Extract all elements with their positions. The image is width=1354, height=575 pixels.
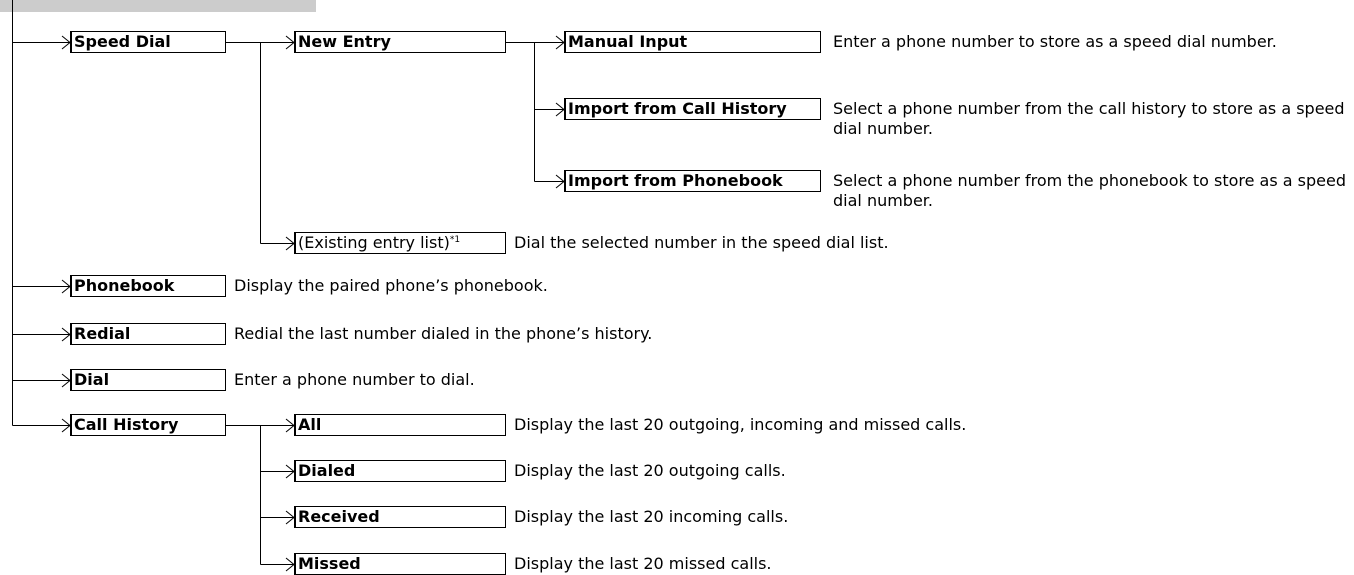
received-description: Display the last 20 incoming calls. xyxy=(514,507,789,526)
menu-item-redial[interactable]: Redial xyxy=(70,323,226,345)
menu-item-manual-input[interactable]: Manual Input xyxy=(564,31,821,53)
missed-description: Display the last 20 missed calls. xyxy=(514,554,772,573)
import-call-history-description: Select a phone number from the call hist… xyxy=(833,99,1345,138)
footnote-mark: *1 xyxy=(449,235,461,245)
menu-item-speed-dial[interactable]: Speed Dial xyxy=(70,31,226,53)
menu-item-import-call-history[interactable]: Import from Call History xyxy=(564,98,821,120)
menu-item-all[interactable]: All xyxy=(294,414,506,436)
redial-description: Redial the last number dialed in the pho… xyxy=(234,324,653,343)
menu-item-dialed[interactable]: Dialed xyxy=(294,460,506,482)
menu-item-import-phonebook[interactable]: Import from Phonebook xyxy=(564,170,821,192)
dial-description: Enter a phone number to dial. xyxy=(234,370,475,389)
menu-item-phonebook[interactable]: Phonebook xyxy=(70,275,226,297)
menu-item-new-entry[interactable]: New Entry xyxy=(294,31,506,53)
menu-item-existing-entry-list[interactable]: (Existing entry list)*1 xyxy=(294,232,506,254)
menu-item-call-history[interactable]: Call History xyxy=(70,414,226,436)
menu-item-dial[interactable]: Dial xyxy=(70,369,226,391)
dialed-description: Display the last 20 outgoing calls. xyxy=(514,461,786,480)
manual-input-description: Enter a phone number to store as a speed… xyxy=(833,32,1277,51)
existing-entry-description: Dial the selected number in the speed di… xyxy=(514,233,889,252)
menu-item-missed[interactable]: Missed xyxy=(294,553,506,575)
phonebook-description: Display the paired phone’s phonebook. xyxy=(234,276,548,295)
import-phonebook-description: Select a phone number from the phonebook… xyxy=(833,171,1346,210)
all-description: Display the last 20 outgoing, incoming a… xyxy=(514,415,967,434)
existing-entry-label: (Existing entry list) xyxy=(298,233,450,252)
menu-item-received[interactable]: Received xyxy=(294,506,506,528)
